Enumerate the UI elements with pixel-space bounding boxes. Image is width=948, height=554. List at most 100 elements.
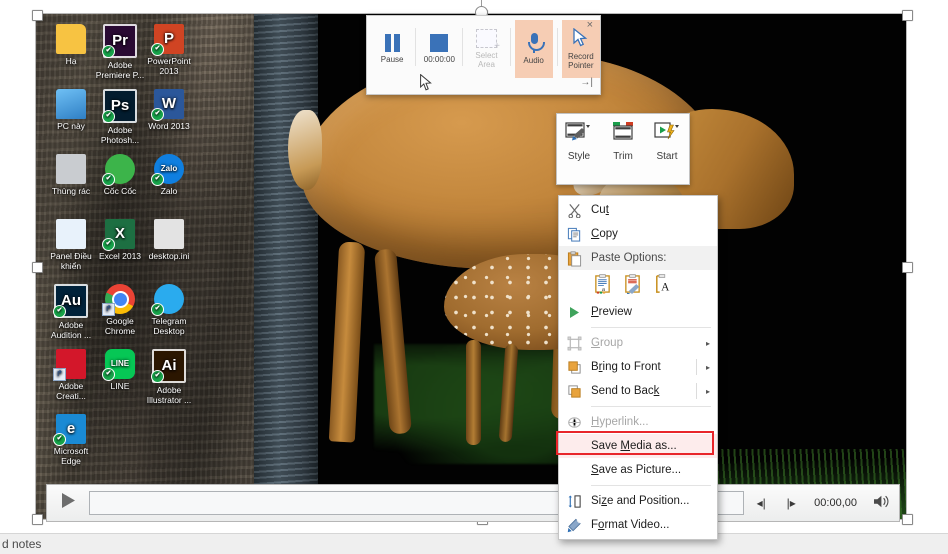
media-next-frame-button[interactable]: |▸ (776, 496, 806, 510)
desktop-icon-label: Adobe Creati... (56, 381, 86, 401)
resize-handle-middle-right[interactable] (902, 262, 913, 273)
recorder-pause-label: Pause (380, 55, 404, 64)
desktop-icon-word[interactable]: W ✔ Word 2013 (143, 89, 195, 132)
desktop-icon-line-messenger[interactable]: LINE ✔ LINE (94, 349, 146, 392)
desktop-icon-google-chrome[interactable]: ↱ Google Chrome (94, 284, 146, 336)
sync-check-badge-icon: ✔ (102, 173, 115, 186)
divider (696, 359, 697, 375)
paste-keep-source-formatting-icon[interactable]: a (593, 273, 612, 297)
context-menu-item-save-media-as[interactable]: Save Media as... (559, 434, 717, 458)
coccoc-browser-icon: ✔ (102, 154, 135, 186)
context-menu-item-save-as-picture[interactable]: Save as Picture... (559, 458, 717, 482)
media-previous-frame-button[interactable]: ◂| (746, 496, 776, 510)
media-playback-bar[interactable]: ◂| |▸ 00:00,00 (46, 484, 900, 522)
fawn-leg (466, 340, 481, 445)
svg-text:A: A (661, 281, 670, 293)
adobe-creative-cloud-icon: ↱ (53, 349, 86, 381)
context-menu-item-label: Paste Options: (591, 252, 667, 264)
media-time-label: 00:00,00 (814, 497, 857, 509)
divider (591, 327, 711, 328)
context-menu-item-send-to-back[interactable]: Send to Back ▸ (559, 379, 717, 403)
desktop-icon-microsoft-edge[interactable]: e ✔ Microsoft Edge (45, 414, 97, 466)
sync-check-badge-icon: ✔ (151, 108, 164, 121)
pause-icon (384, 34, 400, 52)
divider (556, 28, 558, 66)
sync-check-badge-icon: ✔ (151, 173, 164, 186)
desktop-icon-adobe-audition[interactable]: Au ✔ Adobe Audition ... (45, 284, 97, 340)
desktop-icon-label: Thùng rác (51, 186, 91, 196)
media-play-button[interactable] (47, 486, 89, 520)
resize-handle-top-right[interactable] (902, 10, 913, 21)
desktop-icon-telegram[interactable]: ✔ Telegram Desktop (143, 284, 195, 336)
recorder-audio-toggle[interactable]: Audio (514, 20, 553, 78)
video-trim-button[interactable]: Trim (601, 120, 645, 162)
desktop-icon-label: Word 2013 (148, 121, 190, 131)
resize-handle-bottom-left[interactable] (32, 514, 43, 525)
video-start-label: Start (656, 151, 678, 162)
paste-keep-text-only-icon[interactable]: A (653, 273, 672, 297)
divider (415, 28, 417, 66)
close-icon[interactable]: × (587, 20, 593, 31)
context-menu-item-preview[interactable]: Preview (559, 300, 717, 324)
desktop-icon-adobe-premiere[interactable]: Pr ✔ Adobe Premiere P... (94, 24, 146, 80)
desktop-icon-powerpoint[interactable]: P ✔ PowerPoint 2013 (143, 24, 195, 76)
scissors-icon (566, 202, 583, 219)
divider (462, 28, 464, 66)
context-menu-item-label: Hyperlink... (591, 416, 649, 428)
desktop-icon-adobe-creative-cloud[interactable]: ↱ Adobe Creati... (45, 349, 97, 401)
resize-handle-top-left[interactable] (32, 10, 43, 21)
desktop-icon-label: Adobe Audition ... (50, 320, 92, 340)
format-video-icon (566, 517, 583, 534)
chevron-right-icon: ▸ (705, 362, 710, 372)
context-menu-item-bring-to-front[interactable]: Bring to Front ▸ (559, 355, 717, 379)
slide-canvas[interactable]: Hạ Pr ✔ Adobe Premiere P... P ✔ PowerPoint 201… (0, 0, 948, 540)
paste-picture-icon[interactable] (623, 273, 642, 297)
sync-check-badge-icon: ✔ (102, 110, 115, 123)
recorder-select-area-button[interactable]: + Select Area (467, 20, 505, 78)
recorder-select-area-label: Select Area (475, 51, 498, 69)
desktop-icon-label: PowerPoint 2013 (147, 56, 191, 76)
context-menu-item-cut[interactable]: Cut (559, 198, 717, 222)
context-menu-item-hyperlink[interactable]: Hyperlink... (559, 410, 717, 434)
sync-check-badge-icon: ✔ (151, 370, 164, 383)
desktop-icon-adobe-illustrator[interactable]: Ai ✔ Adobe Illustrator ... (143, 349, 195, 405)
volume-icon[interactable] (865, 494, 899, 512)
desktop-icon-adobe-photoshop[interactable]: Ps ✔ Adobe Photosh... (94, 89, 146, 145)
video-style-button[interactable]: Style (557, 120, 601, 162)
resize-handle-middle-left[interactable] (32, 262, 43, 273)
context-menu-item-size-and-position[interactable]: Size and Position... (559, 489, 717, 513)
recorder-pause-button[interactable]: Pause (373, 20, 411, 78)
divider (591, 485, 711, 486)
desktop-icon-folder[interactable]: Hạ (45, 24, 97, 67)
video-tools-mini-toolbar[interactable]: Style Trim Start (556, 113, 690, 185)
select-area-icon: + (475, 29, 500, 52)
recorder-record-pointer-toggle[interactable]: Record Pointer (561, 20, 600, 78)
context-menu-item-label: Copy (591, 228, 618, 240)
video-start-button[interactable]: Start (645, 120, 689, 162)
desktop-icon-coccoc-browser[interactable]: ✔ Cốc Cốc (94, 154, 146, 197)
context-menu-item-group[interactable]: Group ▸ (559, 331, 717, 355)
desktop-icon-ini-file[interactable]: desktop.ini (143, 219, 195, 262)
desktop-icon-label: Panel Điều khiển (50, 251, 92, 271)
desktop-icon-label: Cốc Cốc (103, 186, 137, 196)
stop-icon (430, 34, 449, 52)
desktop-icon-zalo[interactable]: Zalo ✔ Zalo (143, 154, 195, 197)
recorder-stop-button[interactable]: 00:00:00 (420, 20, 458, 78)
size-position-icon (566, 493, 583, 510)
resize-handle-bottom-right[interactable] (902, 514, 913, 525)
desktop-icon-label: Microsoft Edge (53, 446, 89, 466)
desktop-icon-this-pc[interactable]: PC này (45, 89, 97, 132)
doe-tail (288, 110, 322, 190)
context-menu-item-format-video[interactable]: Format Video... (559, 513, 717, 537)
recorder-audio-label: Audio (523, 56, 544, 65)
desktop-icon-control-panel[interactable]: Panel Điều khiển (45, 219, 97, 271)
desktop-icon-excel[interactable]: X ✔ Excel 2013 (94, 219, 146, 262)
screen-recorder-toolbar[interactable]: × →| Pause 00:00:00 + Select Area Audio … (366, 15, 601, 95)
context-menu[interactable]: Cut Copy Paste Options: a A Preview Grou… (556, 195, 718, 540)
context-menu-item-copy[interactable]: Copy (559, 222, 717, 246)
notes-pane-strip[interactable]: d notes (0, 533, 948, 554)
desktop-icon-recycle-bin[interactable]: Thùng rác (45, 154, 97, 197)
telegram-icon: ✔ (151, 284, 184, 316)
pin-toolbar-icon[interactable]: →| (580, 78, 593, 88)
google-chrome-icon: ↱ (102, 284, 135, 316)
